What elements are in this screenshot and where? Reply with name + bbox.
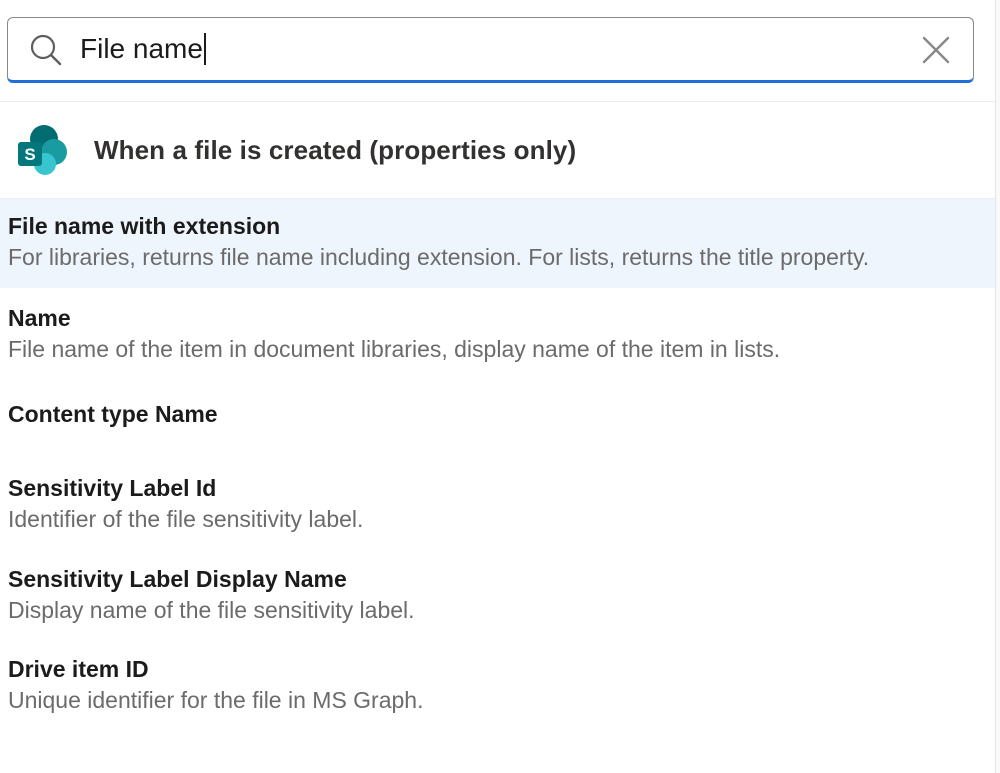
list-item-sensitivity-label-display-name[interactable]: Sensitivity Label Display Name Display n…	[0, 540, 1000, 630]
dynamic-content-panel: File name S When a file is created (prop…	[0, 0, 1000, 773]
item-description: Identifier of the file sensitivity label…	[8, 506, 364, 532]
search-input-value: File name	[80, 33, 203, 64]
search-input[interactable]: File name	[80, 28, 900, 70]
search-area: File name	[0, 0, 1000, 102]
sharepoint-icon: S	[18, 125, 67, 175]
list-item-drive-item-id[interactable]: Drive item ID Unique identifier for the …	[0, 630, 1000, 720]
item-title: Name	[8, 305, 71, 331]
svg-text:S: S	[24, 145, 35, 164]
list-item-sensitivity-label-id[interactable]: Sensitivity Label Id Identifier of the f…	[0, 450, 1000, 540]
item-description: Unique identifier for the file in MS Gra…	[8, 687, 424, 713]
item-description: Display name of the file sensitivity lab…	[8, 597, 415, 623]
text-caret	[203, 33, 206, 65]
list-item-content-type-name[interactable]: Content type Name	[0, 377, 1000, 450]
list-item-name[interactable]: Name File name of the item in document l…	[0, 288, 1000, 377]
dynamic-content-list: File name with extension For libraries, …	[0, 199, 1000, 720]
item-title: Content type Name	[8, 401, 218, 427]
list-item-file-name-with-extension[interactable]: File name with extension For libraries, …	[0, 199, 1000, 288]
item-title: Drive item ID	[8, 656, 149, 682]
item-description: For libraries, returns file name includi…	[8, 244, 870, 270]
search-box[interactable]: File name	[7, 17, 974, 83]
item-title: Sensitivity Label Id	[8, 475, 217, 501]
trigger-header: S When a file is created (properties onl…	[0, 102, 1000, 199]
close-icon[interactable]	[921, 35, 951, 65]
trigger-title: When a file is created (properties only)	[94, 134, 577, 165]
item-title: Sensitivity Label Display Name	[8, 566, 347, 592]
item-title: File name with extension	[8, 213, 281, 239]
search-icon	[30, 34, 62, 66]
item-description: File name of the item in document librar…	[8, 336, 781, 362]
scrollbar-track[interactable]	[995, 0, 1000, 773]
